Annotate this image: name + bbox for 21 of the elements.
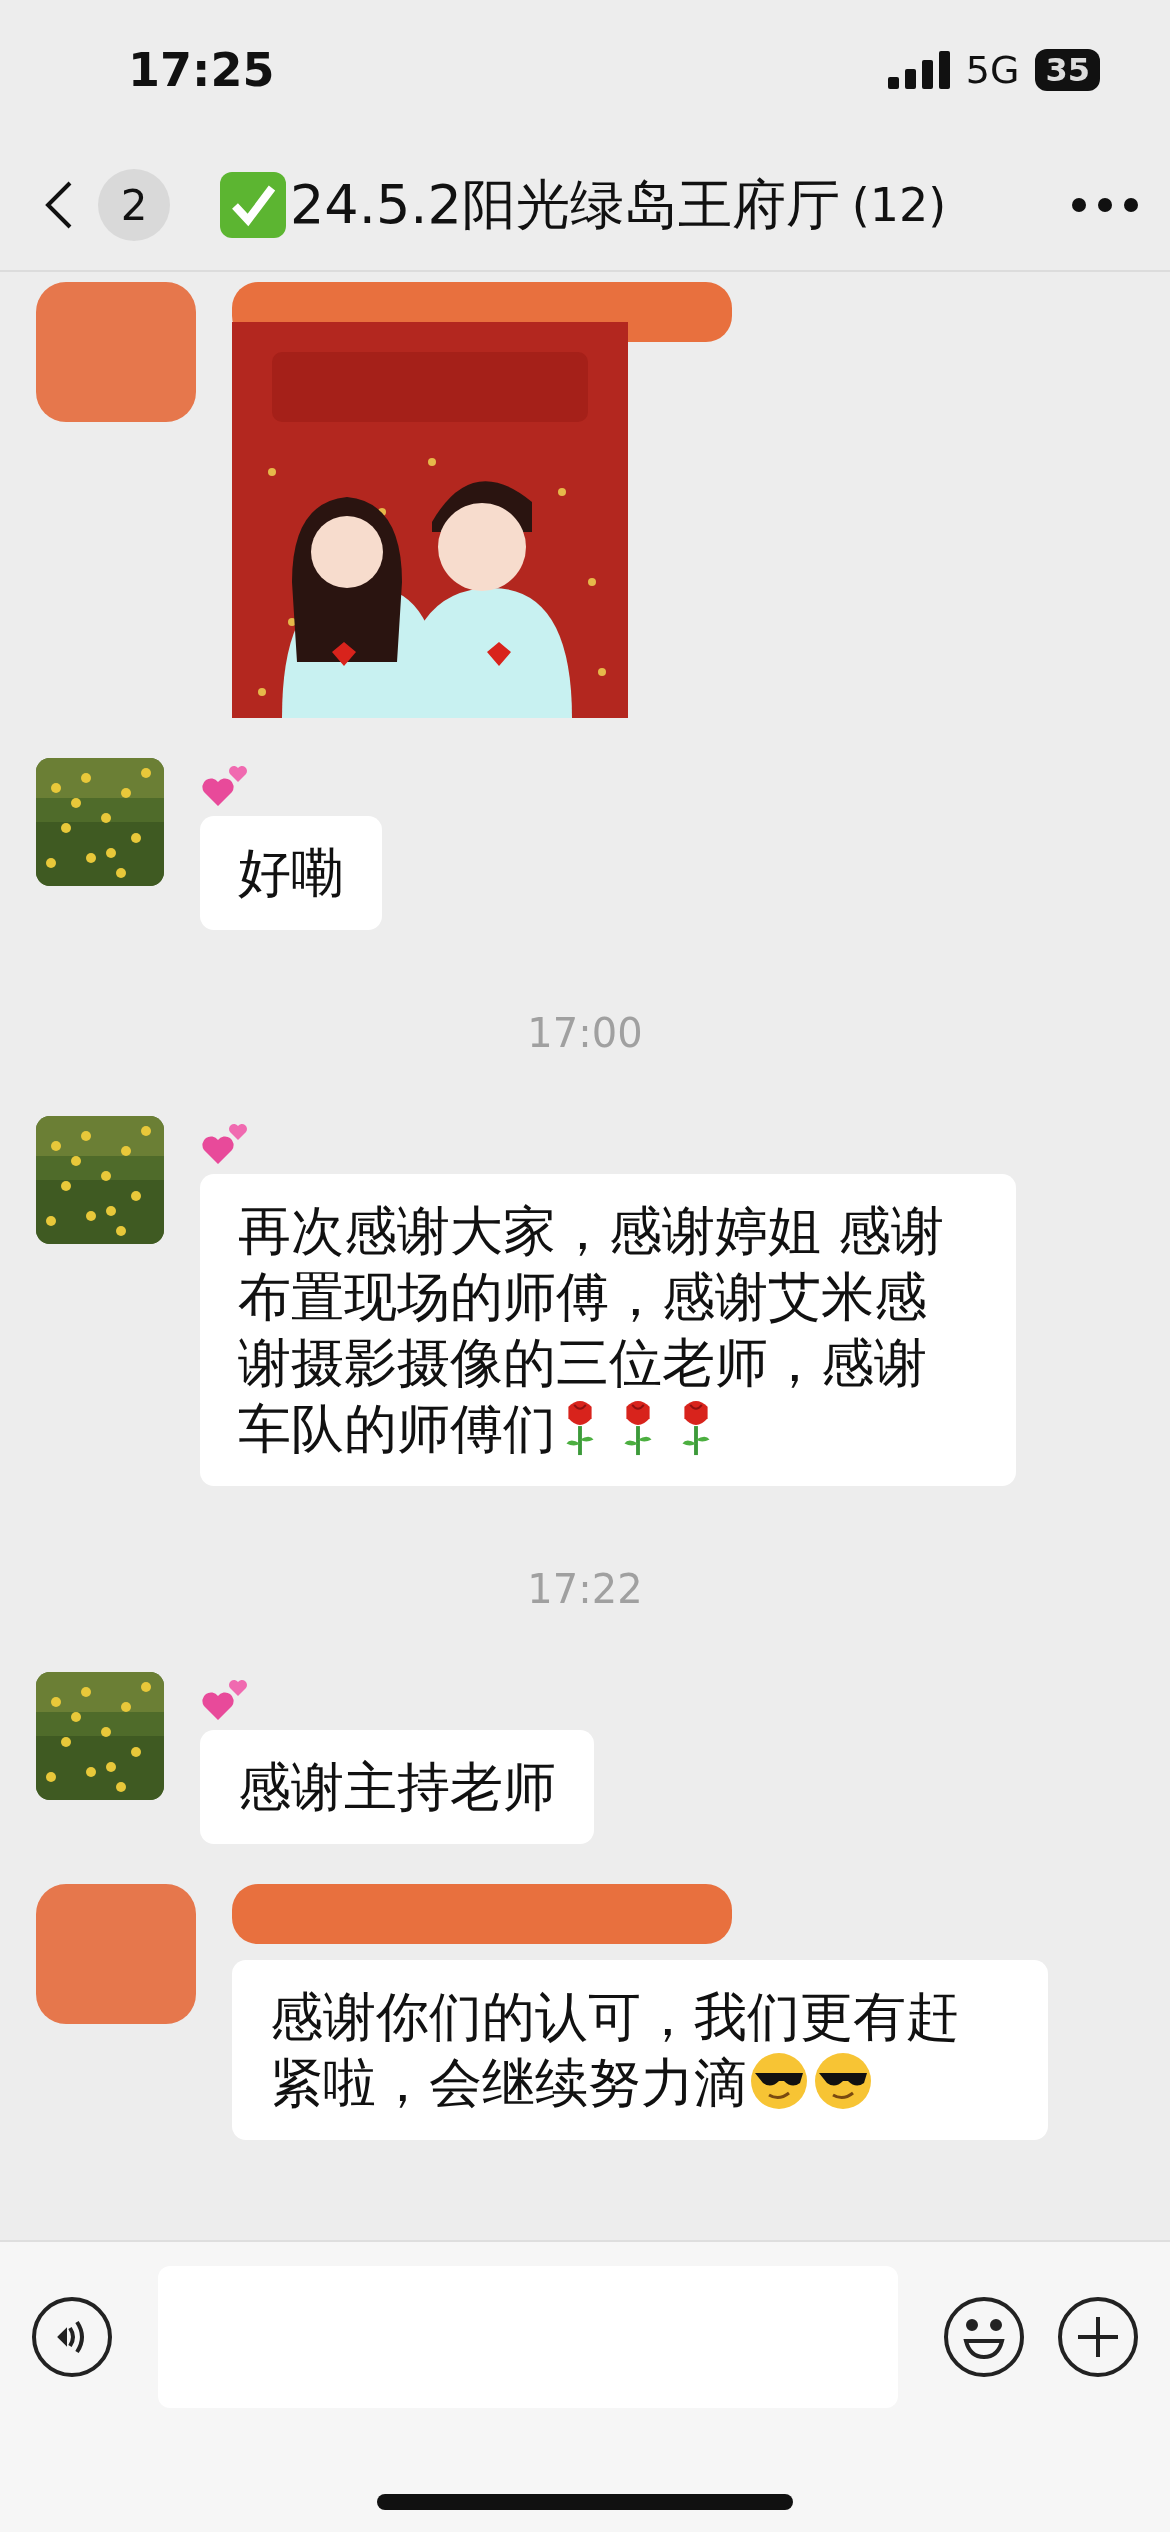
signal-icon — [887, 51, 950, 89]
sunglasses-face-icon — [813, 2051, 873, 2111]
message-bubble: 感谢你们的认可，我们更有赶紧啦，会继续努力滴 — [232, 1960, 1048, 2140]
check-icon — [220, 172, 286, 238]
timestamp: 17:22 — [527, 1566, 643, 1612]
member-count: (12) — [851, 178, 947, 232]
network-label: 5G — [965, 48, 1020, 92]
voice-icon[interactable] — [30, 2295, 114, 2379]
emoji-icon[interactable] — [942, 2295, 1026, 2379]
chat-title: 24.5.2阳光绿岛王府厅 — [290, 171, 840, 238]
add-icon[interactable] — [1056, 2295, 1140, 2379]
timestamp: 17:00 — [527, 1010, 643, 1056]
status-time: 17:25 — [128, 43, 275, 97]
back-icon[interactable] — [44, 180, 74, 230]
message-bubble: 感谢主持老师 — [200, 1730, 594, 1844]
more-icon[interactable] — [1070, 195, 1140, 215]
sunglasses-face-icon — [749, 2051, 809, 2111]
battery-level: 35 — [1035, 49, 1100, 91]
unread-badge[interactable]: 2 — [98, 169, 170, 241]
message-bubble: 再次感谢大家，感谢婷姐 感谢布置现场的师傅，感谢艾米感谢摄影摄像的三位老师，感谢车队的师傅们 — [200, 1174, 1016, 1486]
message-bubble: 好嘞 — [200, 816, 382, 930]
